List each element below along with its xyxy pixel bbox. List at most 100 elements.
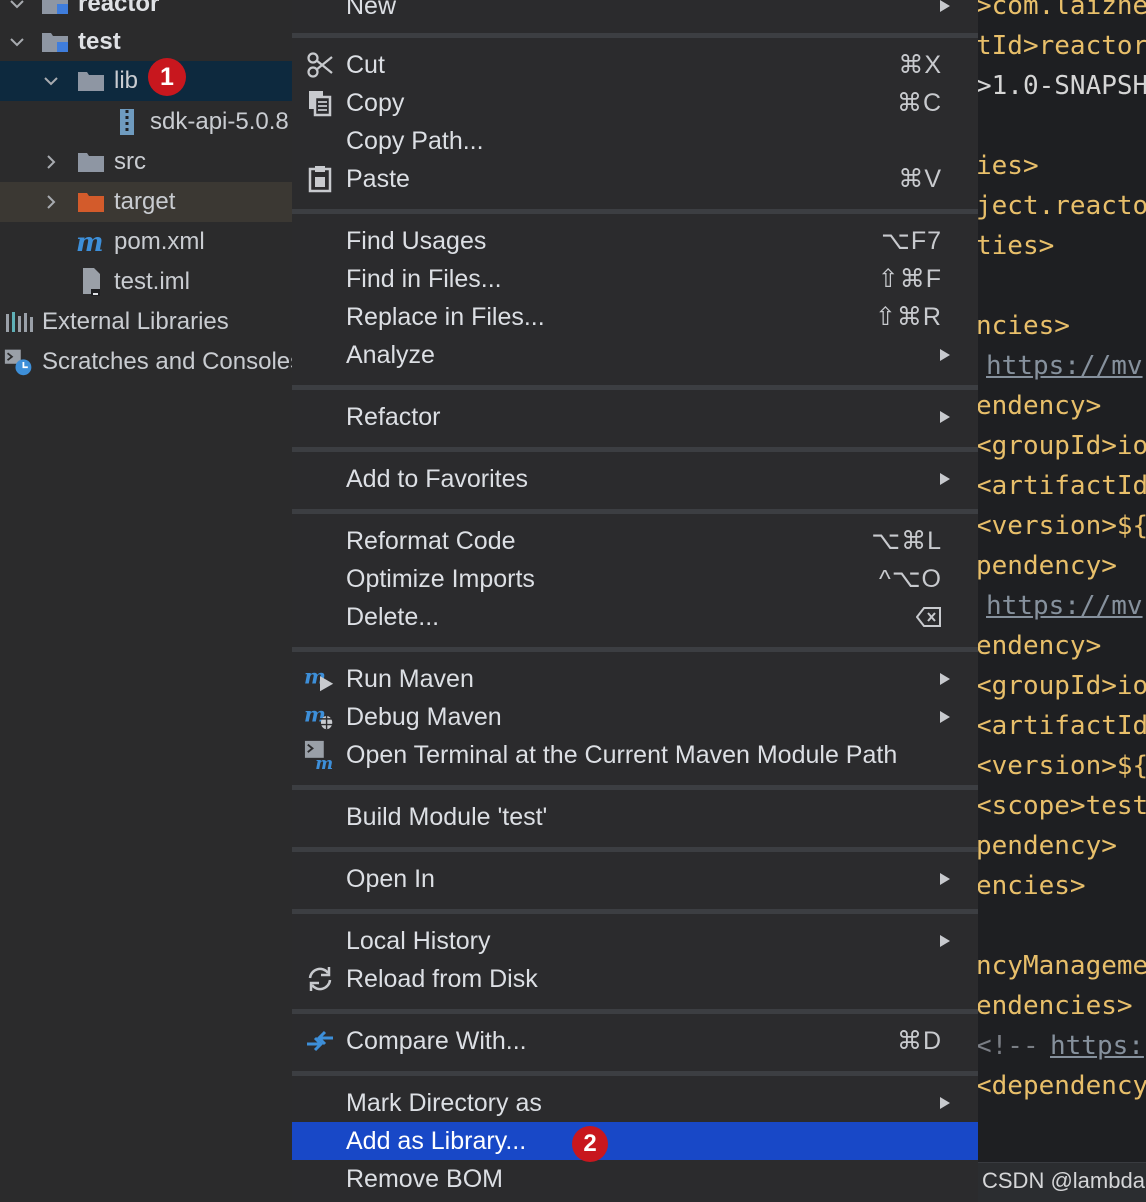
- menu-item-label: New: [346, 0, 397, 20]
- tree-item-label: sdk-api-5.0.8: [150, 108, 289, 135]
- menu-item-label: Optimize Imports: [346, 564, 535, 593]
- menu-item-label: Replace in Files...: [346, 302, 545, 331]
- code-line: >1.0-SNAPSH: [976, 71, 1146, 101]
- menu-item-cut[interactable]: Cut ⌘X: [292, 46, 978, 84]
- libraries-icon: [4, 307, 34, 337]
- copy-icon: [304, 87, 336, 119]
- tree-item-label: test.iml: [114, 268, 191, 295]
- code-line: <version>${: [976, 751, 1146, 781]
- menu-separator: [292, 33, 978, 38]
- menu-item-label: Debug Maven: [346, 702, 502, 731]
- code-line: ties>: [976, 231, 1055, 261]
- tree-item-sdk-api-jar[interactable]: sdk-api-5.0.8: [0, 102, 292, 142]
- menu-item-label: Local History: [346, 926, 491, 955]
- submenu-arrow-icon: [940, 1097, 950, 1109]
- tree-item-lib[interactable]: lib: [0, 61, 292, 101]
- tree-item-label: target: [114, 188, 176, 215]
- code-line: endency>: [976, 391, 1102, 421]
- code-line: ncyManageme: [976, 951, 1146, 981]
- tree-item-pom-xml[interactable]: m pom.xml: [0, 222, 292, 262]
- menu-item-reload-from-disk[interactable]: Reload from Disk: [292, 960, 978, 998]
- menu-item-replace-in-files[interactable]: Replace in Files... ⇧⌘R: [292, 298, 978, 336]
- menu-item-label: Cut: [346, 50, 385, 79]
- menu-separator: [292, 509, 978, 514]
- code-line: <artifactId: [976, 711, 1146, 741]
- menu-item-local-history[interactable]: Local History: [292, 922, 978, 960]
- menu-item-reformat-code[interactable]: Reformat Code ⌥⌘L: [292, 522, 978, 560]
- code-line: <groupId>io: [976, 431, 1146, 461]
- folder-icon: [76, 66, 106, 96]
- context-menu: New Cut ⌘X Copy ⌘C Copy Path... Paste ⌘V…: [292, 0, 978, 1202]
- menu-item-shortcut: ⌘X: [898, 51, 942, 79]
- tree-item-reactor[interactable]: reactor: [0, 0, 292, 24]
- code-line: ncies>: [976, 311, 1070, 341]
- menu-separator: [292, 1071, 978, 1076]
- menu-item-label: Reformat Code: [346, 526, 516, 555]
- menu-item-remove-bom[interactable]: Remove BOM: [292, 1160, 978, 1198]
- menu-item-label: Add to Favorites: [346, 464, 529, 493]
- code-line-url[interactable]: https:: [1050, 1026, 1144, 1066]
- menu-item-label: Refactor: [346, 402, 441, 431]
- tree-item-target[interactable]: target: [0, 182, 292, 222]
- chevron-right-icon[interactable]: [40, 191, 62, 213]
- step-badge-1: 1: [148, 58, 186, 96]
- menu-item-add-to-favorites[interactable]: Add to Favorites: [292, 460, 978, 498]
- menu-item-shortcut: ^⌥O: [879, 565, 942, 593]
- menu-item-analyze[interactable]: Analyze: [292, 336, 978, 374]
- menu-item-label: Find in Files...: [346, 264, 502, 293]
- menu-item-refactor[interactable]: Refactor: [292, 398, 978, 436]
- menu-item-run-maven[interactable]: m Run Maven: [292, 660, 978, 698]
- chevron-right-icon[interactable]: [40, 151, 62, 173]
- menu-separator: [292, 909, 978, 914]
- tree-item-test[interactable]: test: [0, 22, 292, 62]
- menu-item-mark-directory-as[interactable]: Mark Directory as: [292, 1084, 978, 1122]
- chevron-down-icon[interactable]: [40, 70, 62, 92]
- menu-item-find-in-files[interactable]: Find in Files... ⇧⌘F: [292, 260, 978, 298]
- menu-item-open-in[interactable]: Open In: [292, 860, 978, 898]
- menu-item-label: Open Terminal at the Current Maven Modul…: [346, 740, 898, 769]
- maven-debug-icon: m: [304, 701, 336, 733]
- submenu-arrow-icon: [940, 411, 950, 423]
- code-line: pendency>: [976, 551, 1117, 581]
- menu-separator: [292, 209, 978, 214]
- chevron-down-icon[interactable]: [6, 31, 28, 53]
- menu-item-new[interactable]: New: [292, 0, 978, 25]
- scissors-icon: [304, 49, 336, 81]
- menu-item-build-module[interactable]: Build Module 'test': [292, 798, 978, 836]
- chevron-down-icon[interactable]: [6, 0, 28, 15]
- maven-icon: m: [76, 227, 106, 257]
- code-editor[interactable]: >com.laizhe tId>reactor >1.0-SNAPSH ies>…: [976, 0, 1146, 1202]
- menu-item-copy-path[interactable]: Copy Path...: [292, 122, 978, 160]
- menu-item-label: Copy: [346, 88, 405, 117]
- menu-item-paste[interactable]: Paste ⌘V: [292, 160, 978, 198]
- menu-item-shortcut: ⌥⌘L: [871, 527, 942, 555]
- delete-key-icon: [916, 607, 941, 627]
- menu-item-open-terminal-maven[interactable]: m Open Terminal at the Current Maven Mod…: [292, 736, 978, 774]
- tree-item-test-iml[interactable]: test.iml: [0, 262, 292, 302]
- menu-separator: [292, 847, 978, 852]
- menu-item-shortcut: ⌘V: [898, 165, 942, 193]
- tree-item-external-libraries[interactable]: External Libraries: [0, 302, 292, 342]
- folder-icon: [76, 147, 106, 177]
- menu-item-add-as-library[interactable]: Add as Library... 2: [292, 1122, 978, 1162]
- menu-item-optimize-imports[interactable]: Optimize Imports ^⌥O: [292, 560, 978, 598]
- code-line-url[interactable]: https://mv: [986, 586, 1143, 626]
- menu-item-find-usages[interactable]: Find Usages ⌥F7: [292, 222, 978, 260]
- menu-separator: [292, 447, 978, 452]
- jar-archive-icon: [112, 107, 142, 137]
- scratches-icon: [4, 347, 34, 377]
- tree-item-label: reactor: [78, 0, 160, 17]
- tree-item-scratches[interactable]: Scratches and Consoles: [0, 342, 292, 382]
- tree-item-src[interactable]: src: [0, 142, 292, 182]
- code-line: <groupId>io: [976, 671, 1146, 701]
- code-line-url[interactable]: https://mv: [986, 346, 1143, 386]
- project-tree: reactor test lib sdk-api-5.0.8 src targe…: [0, 0, 292, 1202]
- menu-item-copy[interactable]: Copy ⌘C: [292, 84, 978, 122]
- code-line: pendency>: [976, 831, 1117, 861]
- menu-separator: [292, 385, 978, 390]
- menu-item-delete[interactable]: Delete...: [292, 598, 978, 636]
- submenu-arrow-icon: [940, 711, 950, 723]
- menu-item-shortcut: ⇧⌘R: [874, 303, 942, 331]
- menu-item-debug-maven[interactable]: m Debug Maven: [292, 698, 978, 736]
- menu-item-compare-with[interactable]: Compare With... ⌘D: [292, 1022, 978, 1060]
